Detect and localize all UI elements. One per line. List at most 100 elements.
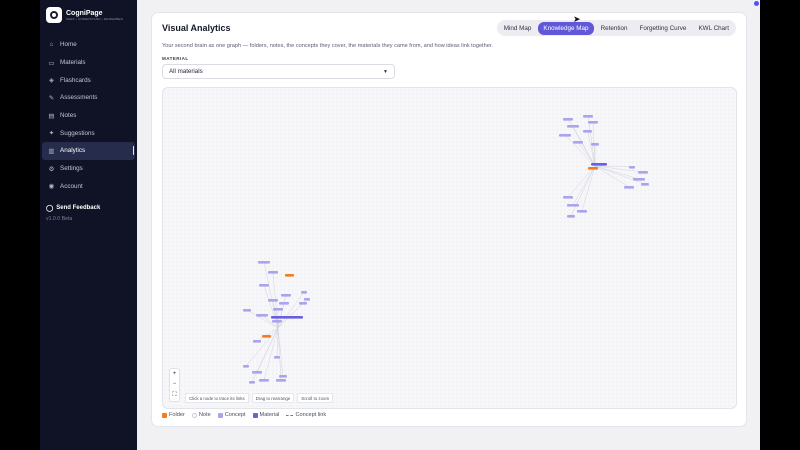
concept-node[interactable] <box>279 375 287 378</box>
gear-icon: ⚙ <box>48 165 55 173</box>
graph-edge <box>246 309 279 329</box>
concept-node[interactable] <box>259 379 269 382</box>
version-label: v1.0.0 Beta <box>46 216 73 222</box>
concept-node[interactable] <box>641 183 649 186</box>
concept-node[interactable] <box>583 115 593 118</box>
concept-node[interactable] <box>301 291 307 294</box>
sidebar-item-account[interactable]: ◉ Account <box>42 178 135 196</box>
concept-node[interactable] <box>567 204 579 207</box>
concept-node[interactable] <box>583 130 592 133</box>
concept-node[interactable] <box>256 314 268 317</box>
concept-node[interactable] <box>591 143 599 146</box>
graph-edge <box>570 165 596 217</box>
concept-node[interactable] <box>567 125 579 128</box>
hint-scroll: Scroll to zoom <box>297 393 334 403</box>
material-node[interactable] <box>591 163 607 166</box>
chevron-down-icon: ▼ <box>383 68 388 75</box>
concept-node[interactable] <box>243 365 249 368</box>
material-node[interactable] <box>271 316 303 319</box>
tab-retention[interactable]: Retention <box>596 22 633 35</box>
fit-view-button[interactable]: ⛶ <box>172 392 176 399</box>
material-select-value: All materials <box>169 68 203 75</box>
legend-label: Folder <box>169 412 185 418</box>
concept-node[interactable] <box>243 309 251 312</box>
sidebar-item-materials[interactable]: ▭ Materials <box>42 54 135 72</box>
sidebar-item-label: Account <box>60 182 83 190</box>
concept-node[interactable] <box>559 134 571 137</box>
chat-bubble-icon: ◯ <box>46 205 54 212</box>
concept-node[interactable] <box>563 118 573 121</box>
folder-node[interactable] <box>262 335 271 338</box>
hint-click: Click a node to trace its links <box>185 393 249 403</box>
graph-edge <box>594 165 644 173</box>
sidebar-item-notes[interactable]: ▤ Notes <box>42 107 135 125</box>
sidebar-item-assessments[interactable]: ✎ Assessments <box>42 89 135 107</box>
folder-node[interactable] <box>588 167 598 170</box>
page-subtitle: Your second brain as one graph — folders… <box>162 43 493 49</box>
legend-note: Note <box>191 412 211 418</box>
sidebar-item-settings[interactable]: ⚙ Settings <box>42 160 135 178</box>
concept-node[interactable] <box>577 210 587 213</box>
tab-kwl-chart[interactable]: KWL Chart <box>693 22 734 35</box>
view-tabs: Mind Map Knowledge Map Retention Forgetting… <box>496 20 736 36</box>
sidebar-item-flashcards[interactable]: ◈ Flashcards <box>42 71 135 89</box>
concept-node[interactable] <box>624 186 634 189</box>
tab-mind-map[interactable]: Mind Map <box>499 22 537 35</box>
sidebar-item-label: Home <box>60 41 77 49</box>
concept-node[interactable] <box>258 261 270 264</box>
sidebar-item-label: Flashcards <box>60 76 91 84</box>
legend-concept: Concept <box>217 412 246 418</box>
concept-node[interactable] <box>567 215 575 218</box>
brand[interactable]: CogniPage SEEK • UNDERSTAND • REMEMBER <box>46 7 123 23</box>
concept-node[interactable] <box>299 302 307 305</box>
app-tagline: SEEK • UNDERSTAND • REMEMBER <box>66 16 123 21</box>
sidebar-item-analytics[interactable]: ▥ Analytics <box>42 142 135 160</box>
concept-node[interactable] <box>272 320 282 323</box>
concept-node[interactable] <box>268 299 278 302</box>
concept-node[interactable] <box>253 340 261 343</box>
concept-node[interactable] <box>633 178 645 181</box>
concept-node[interactable] <box>259 284 269 287</box>
sparkle-icon: ✦ <box>48 130 55 138</box>
sidebar-item-label: Analytics <box>60 147 86 155</box>
concept-node[interactable] <box>249 381 255 384</box>
concept-node[interactable] <box>304 298 310 301</box>
layers-icon: ◈ <box>49 77 54 85</box>
pen-icon: ✎ <box>48 94 55 102</box>
tab-forgetting-curve[interactable]: Forgetting Curve <box>635 22 692 35</box>
app-window: CogniPage SEEK • UNDERSTAND • REMEMBER ⌂… <box>40 0 760 450</box>
concept-node[interactable] <box>638 171 648 174</box>
tab-knowledge-map[interactable]: Knowledge Map <box>538 21 594 35</box>
concept-node[interactable] <box>273 308 283 311</box>
concept-node[interactable] <box>276 379 286 382</box>
legend-label: Note <box>198 412 211 418</box>
concept-node[interactable] <box>563 196 573 199</box>
sidebar-item-home[interactable]: ⌂ Home <box>42 36 135 54</box>
concept-node[interactable] <box>252 371 262 374</box>
concept-node[interactable] <box>629 166 635 169</box>
concept-node[interactable] <box>281 294 291 297</box>
graph-edge <box>245 327 279 367</box>
material-select[interactable]: All materials ▼ <box>162 64 395 79</box>
sidebar-nav: ⌂ Home ▭ Materials ◈ Flashcards ✎ Assessments ▤ N… <box>42 36 135 195</box>
zoom-in-button[interactable]: + <box>173 371 177 377</box>
send-feedback-label: Send Feedback <box>56 205 101 211</box>
legend-material: Material <box>252 412 279 418</box>
graph-edge <box>276 327 279 358</box>
knowledge-graph[interactable] <box>163 88 737 409</box>
sidebar-item-label: Settings <box>60 165 83 173</box>
sidebar-item-suggestions[interactable]: ✦ Suggestions <box>42 124 135 142</box>
send-feedback-button[interactable]: ◯ Send Feedback <box>46 204 100 212</box>
status-dot <box>754 1 759 6</box>
folder-icon: ▭ <box>48 59 55 67</box>
zoom-out-button[interactable]: − <box>173 381 177 387</box>
concept-node[interactable] <box>268 271 278 274</box>
concept-node[interactable] <box>274 356 280 359</box>
concept-node[interactable] <box>573 141 583 144</box>
concept-node[interactable] <box>279 302 289 305</box>
concept-node[interactable] <box>588 121 598 124</box>
user-icon: ◉ <box>48 183 55 191</box>
legend-link: Concept link <box>286 412 326 418</box>
folder-node[interactable] <box>285 274 294 277</box>
knowledge-graph-canvas[interactable]: + − ⛶ Click a node to trace its links Dr… <box>162 87 737 409</box>
